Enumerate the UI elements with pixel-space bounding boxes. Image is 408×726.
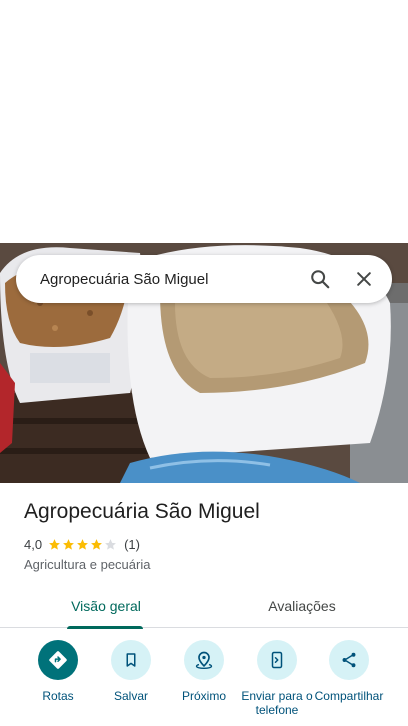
search-bar[interactable]: Agropecuária São Miguel <box>16 255 392 303</box>
map-blank-area <box>0 0 408 243</box>
nearby-icon <box>184 640 224 680</box>
search-input[interactable]: Agropecuária São Miguel <box>40 271 300 288</box>
share-label: Compartilhar <box>314 689 384 703</box>
rating-row[interactable]: 4,0 (1) <box>24 536 140 552</box>
star-empty-icon <box>105 538 116 550</box>
share-button[interactable]: Compartilhar <box>312 640 386 703</box>
rating-value: 4,0 <box>24 536 43 552</box>
star-icon <box>49 538 60 550</box>
tab-selected-indicator <box>67 626 143 629</box>
tab-reviews[interactable]: Avaliações <box>232 584 372 628</box>
star-icon <box>91 538 102 550</box>
place-category: Agricultura e pecuária <box>24 557 151 572</box>
star-icon <box>77 538 88 550</box>
nearby-button[interactable]: Próximo <box>167 640 241 703</box>
review-count: (1) <box>124 536 140 552</box>
tab-bar: Visão geral Avaliações <box>0 584 408 629</box>
directions-icon <box>38 640 78 680</box>
send-to-phone-icon <box>257 640 297 680</box>
tab-overview[interactable]: Visão geral <box>36 584 176 629</box>
nearby-label: Próximo <box>181 689 226 703</box>
tab-overview-label: Visão geral <box>71 598 141 614</box>
search-icon[interactable] <box>300 259 340 299</box>
save-button[interactable]: Salvar <box>94 640 168 703</box>
star-icon <box>63 538 74 550</box>
save-label: Salvar <box>113 689 148 703</box>
place-title: Agropecuária São Miguel <box>24 500 260 523</box>
share-icon <box>329 640 369 680</box>
directions-button[interactable]: Rotas <box>21 640 95 703</box>
send-to-phone-button[interactable]: Enviar para o telefone <box>240 640 314 717</box>
bookmark-icon <box>111 640 151 680</box>
rating-stars <box>48 538 118 551</box>
tab-reviews-label: Avaliações <box>268 598 336 614</box>
send-to-phone-label: Enviar para o telefone <box>241 689 313 717</box>
close-icon[interactable] <box>344 259 384 299</box>
action-buttons-row: Rotas Salvar Próximo Enviar para o telef… <box>0 640 408 726</box>
directions-label: Rotas <box>42 689 74 703</box>
